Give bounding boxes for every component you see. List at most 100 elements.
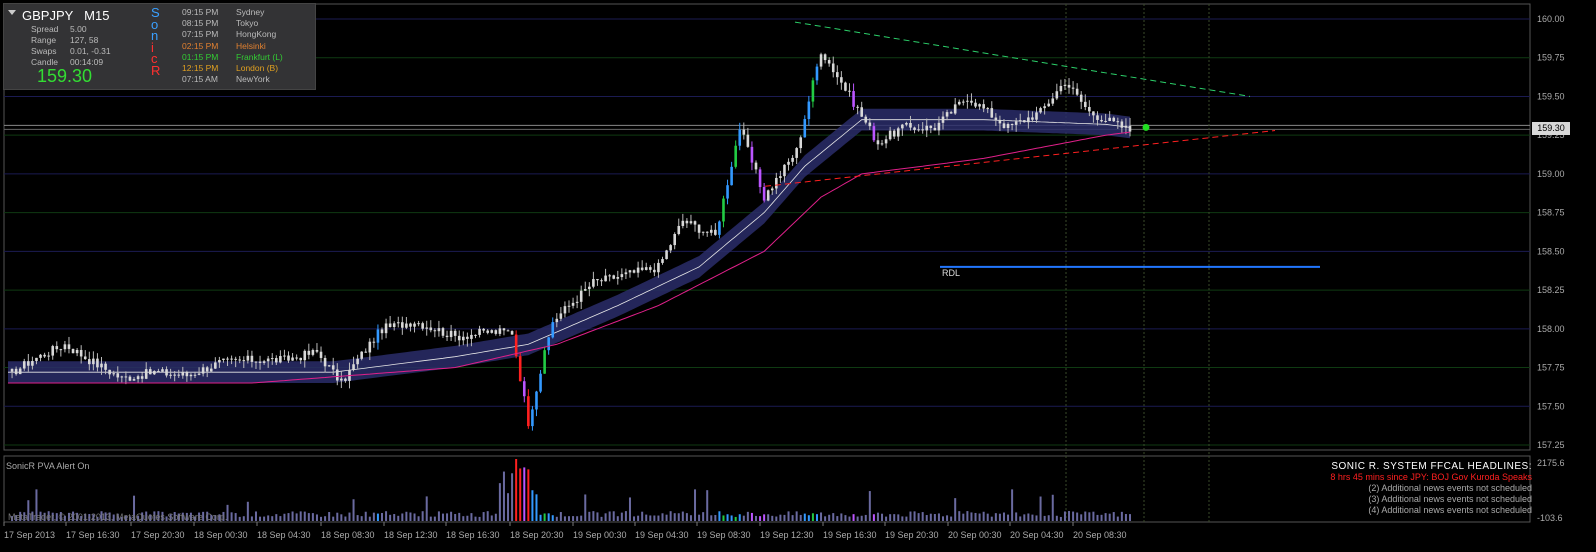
volume-bar bbox=[1104, 513, 1107, 521]
volume-bar bbox=[771, 515, 774, 521]
volume-bar bbox=[478, 516, 481, 521]
sub-window-tick-labels: 2175.6 -103.6 bbox=[1537, 458, 1565, 523]
candle-body bbox=[547, 337, 550, 351]
volume-bar bbox=[254, 511, 257, 521]
candle-body bbox=[104, 363, 107, 370]
candle-body bbox=[592, 279, 595, 287]
volume-bar bbox=[271, 516, 274, 521]
candle-body bbox=[283, 355, 286, 357]
volume-bar bbox=[1116, 516, 1119, 521]
volume-bar bbox=[620, 512, 623, 521]
candle-body bbox=[567, 305, 571, 307]
volume-bar bbox=[685, 513, 688, 521]
volume-bar bbox=[710, 515, 713, 521]
volume-bar bbox=[238, 516, 241, 521]
candle-body bbox=[1010, 123, 1014, 125]
candle-body bbox=[669, 245, 672, 251]
candle-body bbox=[1128, 125, 1132, 132]
volume-bar bbox=[649, 515, 652, 521]
volume-bar bbox=[803, 513, 806, 521]
swaps-value: 0.01, -0.31 bbox=[70, 46, 111, 56]
volume-bar bbox=[815, 514, 818, 521]
volume-bar bbox=[315, 514, 318, 521]
candle-body bbox=[709, 229, 713, 233]
volume-bar bbox=[791, 515, 794, 521]
volume-bar bbox=[962, 513, 965, 521]
candle-body bbox=[827, 60, 831, 64]
volume-bar bbox=[1015, 512, 1018, 521]
candle-body bbox=[518, 356, 522, 382]
candle-body bbox=[437, 328, 441, 332]
volume-bar bbox=[767, 514, 770, 521]
candle-body bbox=[148, 369, 152, 375]
candle-body bbox=[628, 270, 632, 273]
volume-bar bbox=[763, 514, 766, 521]
volume-bar bbox=[535, 494, 538, 521]
candle-body bbox=[1075, 88, 1079, 95]
candle-body bbox=[779, 176, 782, 178]
candle-body bbox=[506, 330, 510, 332]
candle-body bbox=[856, 106, 859, 108]
volume-bar bbox=[405, 511, 408, 521]
volume-bar bbox=[368, 516, 371, 521]
dropdown-triangle-icon[interactable] bbox=[8, 10, 16, 15]
candle-body bbox=[35, 357, 38, 362]
candle-body bbox=[214, 362, 217, 369]
session-name: NewYork bbox=[236, 74, 270, 85]
volume-bar bbox=[1108, 513, 1111, 521]
candle-body bbox=[1088, 106, 1091, 112]
volume-bar bbox=[665, 514, 668, 521]
x-tick-label: 18 Sep 08:30 bbox=[321, 530, 375, 540]
candle-body bbox=[693, 221, 697, 225]
volume-bar bbox=[250, 516, 253, 521]
session-time: 02:15 PM bbox=[182, 40, 219, 51]
candle-body bbox=[250, 355, 254, 362]
volume-bar bbox=[689, 515, 692, 521]
candle-body bbox=[303, 350, 307, 361]
candle-body bbox=[746, 134, 750, 147]
volume-bar bbox=[726, 514, 729, 521]
ma-envelope-band bbox=[8, 108, 1131, 384]
volume-bar bbox=[409, 512, 412, 521]
volume-bar bbox=[454, 513, 457, 521]
candle-body bbox=[600, 280, 603, 282]
candle-body bbox=[551, 322, 555, 338]
candle-body bbox=[96, 358, 99, 368]
volume-bar bbox=[539, 514, 542, 521]
volume-bar bbox=[551, 515, 554, 521]
candle-body bbox=[880, 143, 884, 145]
volume-bar bbox=[531, 490, 534, 521]
candle-body bbox=[266, 358, 270, 362]
candle-body bbox=[726, 185, 729, 199]
candle-body bbox=[92, 358, 95, 365]
candle-body bbox=[632, 270, 636, 273]
volume-bar bbox=[694, 489, 697, 521]
candle-body bbox=[957, 101, 961, 105]
candle-body bbox=[392, 323, 396, 328]
volume-bar bbox=[885, 516, 888, 521]
session-name: Tokyo bbox=[236, 18, 259, 29]
x-tick-label: 19 Sep 08:30 bbox=[697, 530, 751, 540]
candle-body bbox=[884, 139, 888, 144]
candle-body bbox=[738, 129, 742, 146]
candle-body bbox=[677, 225, 681, 235]
upper-trendline bbox=[794, 21, 1251, 97]
x-tick-label: 17 Sep 16:30 bbox=[66, 530, 120, 540]
session-time: 09:15 PM bbox=[182, 7, 219, 17]
candle-body bbox=[990, 108, 994, 118]
candle-body bbox=[230, 358, 233, 360]
candle-body bbox=[766, 190, 770, 201]
candle-body bbox=[754, 162, 758, 170]
candle-body bbox=[1100, 119, 1103, 122]
candle-body bbox=[953, 104, 957, 114]
candle-body bbox=[352, 364, 355, 370]
candle-body bbox=[795, 148, 798, 158]
volume-bar bbox=[702, 512, 705, 521]
volume-bar bbox=[555, 516, 558, 521]
candle-body bbox=[949, 112, 953, 114]
x-tick-label: 19 Sep 20:30 bbox=[885, 530, 939, 540]
candle-body bbox=[705, 231, 709, 233]
rdl-label: RDL bbox=[942, 268, 961, 278]
candle-body bbox=[799, 137, 803, 149]
volume-bar bbox=[275, 514, 278, 521]
